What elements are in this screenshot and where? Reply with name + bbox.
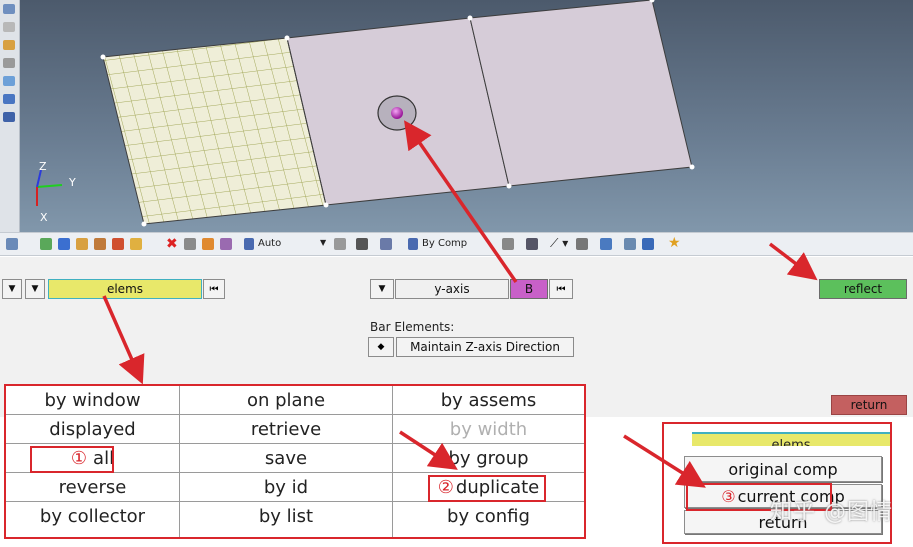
highlight-box-all [30,446,114,473]
menu-item-by-assems[interactable]: by assems [393,386,584,415]
render-icon[interactable] [600,238,612,250]
close-icon[interactable]: ✖ [166,236,178,252]
selection-menu: by window displayed ① all reverse by col… [4,384,586,539]
render-icon[interactable] [624,238,636,250]
bar-direction-select[interactable]: Maintain Z-axis Direction [396,337,574,357]
shade-icon[interactable] [356,238,368,250]
menu-item-by-id[interactable]: by id [180,473,392,502]
menu-item-reverse[interactable]: reverse [6,473,179,502]
render-icon[interactable] [502,238,514,250]
chevron-down-icon[interactable]: ▼ [25,279,45,299]
model-view [36,0,695,227]
left-toolbar [0,0,20,232]
tool-icon[interactable] [3,76,15,86]
axis-label-y: Y [69,176,76,189]
color-icon[interactable] [58,238,70,250]
b-vector-field[interactable]: B [510,279,548,299]
shade-icon[interactable] [380,238,392,250]
menu-item-by-group[interactable]: by group [393,444,584,473]
plate-surface-right [469,0,693,187]
auto-select[interactable]: Auto [258,238,281,249]
menu-item-save[interactable]: save [180,444,392,473]
view-icon[interactable] [6,238,18,250]
menu-item-retrieve[interactable]: retrieve [180,415,392,444]
bar-elements-label: Bar Elements: [370,320,455,334]
display-icon[interactable] [184,238,196,250]
menu-item-by-config[interactable]: by config [393,502,584,531]
display-icon[interactable] [244,238,254,250]
menu-item-by-width[interactable]: by width [393,415,584,444]
watermark: 知乎 @图情 [770,500,893,525]
display-icon[interactable] [202,238,214,250]
tool-icon[interactable] [3,40,15,50]
color-icon[interactable] [40,238,52,250]
y-axis-selector[interactable]: y-axis [395,279,509,299]
tool-icon[interactable] [3,58,15,68]
reset-icon[interactable]: ⏮ [549,279,573,299]
popup-elems-label: elems [771,438,811,446]
display-icon[interactable] [130,238,142,250]
line-icon[interactable]: ⟋ ▾ [550,236,568,251]
display-icon[interactable] [76,238,88,250]
elems-selector-partial[interactable]: elems [692,432,890,446]
menu-item-displayed[interactable]: displayed [6,415,179,444]
menu-item-by-window[interactable]: by window [6,386,179,415]
chevron-updown-icon[interactable]: ◆ [368,337,394,357]
reflect-button[interactable]: reflect [819,279,907,299]
shade-icon[interactable] [334,238,346,250]
menu-item-by-list[interactable]: by list [180,502,392,531]
graphics-viewport[interactable]: Z Y X [0,0,913,232]
return-button[interactable]: return [831,395,907,415]
monitor-icon[interactable] [642,238,654,250]
color-by-icon[interactable] [408,238,418,250]
chevron-down-icon[interactable]: ▼ [320,238,326,247]
tool-icon[interactable] [3,22,15,32]
menu-item-on-plane[interactable]: on plane [180,386,392,415]
axis-label-x: X [40,211,48,224]
tool-icon[interactable] [3,94,15,104]
chevron-down-icon[interactable]: ▼ [370,279,394,299]
original-comp-button[interactable]: original comp [684,456,882,482]
tool-icon[interactable] [3,112,15,122]
axis-triad [36,169,63,206]
elems-selector[interactable]: elems [48,279,202,299]
display-icon[interactable] [220,238,232,250]
axis-label-z: Z [39,160,47,173]
node-sphere [391,107,403,119]
display-icon[interactable] [94,238,106,250]
render-icon[interactable] [576,238,588,250]
star-icon[interactable]: ★ [668,235,681,251]
tool-icon[interactable] [3,4,15,14]
highlight-box-duplicate [428,475,546,502]
menu-item-by-collector[interactable]: by collector [6,502,179,531]
render-icon[interactable] [526,238,538,250]
main-toolbar: ✖ Auto ▼ By Comp ⟋ ▾ ★ [0,232,913,256]
by-comp-select[interactable]: By Comp [422,238,467,249]
reset-icon[interactable]: ⏮ [203,279,225,299]
display-icon[interactable] [112,238,124,250]
chevron-down-icon[interactable]: ▼ [2,279,22,299]
